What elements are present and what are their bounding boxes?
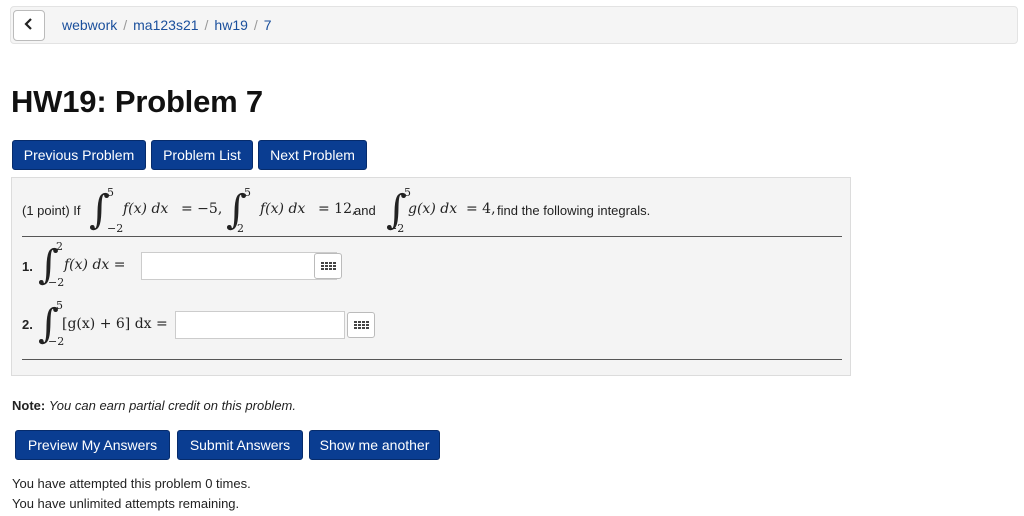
previous-problem-button[interactable]: Previous Problem: [12, 140, 146, 170]
upper-limit: 2: [56, 240, 63, 253]
upper-limit: 5: [56, 299, 63, 312]
points-label: (1 point) If: [22, 203, 81, 218]
chevron-left-icon: [24, 17, 34, 35]
attempts-text: You have attempted this problem 0 times.: [12, 476, 251, 491]
instruction-text: find the following integrals.: [497, 203, 651, 218]
breadcrumb-link-course[interactable]: ma123s21: [133, 17, 198, 33]
keypad-icon: [320, 262, 336, 270]
breadcrumb-separator: /: [123, 17, 128, 33]
part-number: 2.: [22, 317, 33, 332]
breadcrumb-link-set[interactable]: hw19: [214, 17, 247, 33]
part-number: 1.: [22, 259, 33, 274]
integral-value: = −5,: [181, 201, 223, 217]
upper-limit: 5: [107, 186, 114, 199]
remaining-text: You have unlimited attempts remaining.: [12, 496, 240, 511]
back-button[interactable]: [13, 10, 45, 41]
divider: [22, 359, 842, 360]
note-label: Note:: [12, 398, 46, 413]
equation-editor-button-1[interactable]: [314, 253, 342, 279]
equation-editor-button-2[interactable]: [347, 312, 375, 338]
integral-value: = 4,: [466, 201, 496, 217]
part-expression: f(x) dx =: [64, 257, 126, 273]
lower-limit: 2: [237, 222, 244, 235]
divider: [22, 236, 842, 237]
breadcrumb-separator: /: [253, 17, 258, 33]
problem-statement: (1 point) If ∫ 5 −2 f(x) dx = −5, ∫ 5 2 …: [22, 186, 842, 235]
note: Note: You can earn partial credit on thi…: [12, 398, 296, 413]
answer-1-input[interactable]: [141, 252, 337, 280]
lower-limit: −2: [388, 222, 405, 235]
problem-list-button[interactable]: Problem List: [151, 140, 253, 170]
keypad-icon: [353, 321, 369, 329]
lower-limit: −2: [48, 335, 65, 348]
part-expression: [g(x) + 6] dx =: [62, 316, 168, 332]
lower-limit: −2: [48, 276, 65, 289]
problem-box: (1 point) If ∫ 5 −2 f(x) dx = −5, ∫ 5 2 …: [11, 177, 851, 376]
integrand: f(x) dx: [260, 201, 306, 217]
breadcrumb-separator: /: [204, 17, 209, 33]
page-title: HW19: Problem 7: [11, 84, 263, 119]
breadcrumb-current: 7: [263, 17, 272, 33]
upper-limit: 5: [244, 186, 251, 199]
upper-limit: 5: [404, 186, 411, 199]
breadcrumb-link-webwork[interactable]: webwork: [62, 17, 117, 33]
integrand: f(x) dx: [123, 201, 169, 217]
integrand: g(x) dx: [408, 201, 458, 217]
show-another-button[interactable]: Show me another: [309, 430, 440, 460]
and-text: and: [354, 203, 376, 218]
preview-answers-button[interactable]: Preview My Answers: [15, 430, 170, 460]
note-text: You can earn partial credit on this prob…: [48, 398, 296, 413]
next-problem-button[interactable]: Next Problem: [258, 140, 367, 170]
integral-value: = 12,: [318, 201, 357, 217]
answer-2-input[interactable]: [175, 311, 345, 339]
lower-limit: −2: [107, 222, 124, 235]
submit-answers-button[interactable]: Submit Answers: [177, 430, 303, 460]
breadcrumb: webwork / ma123s21 / hw19 / 7: [10, 6, 1018, 44]
